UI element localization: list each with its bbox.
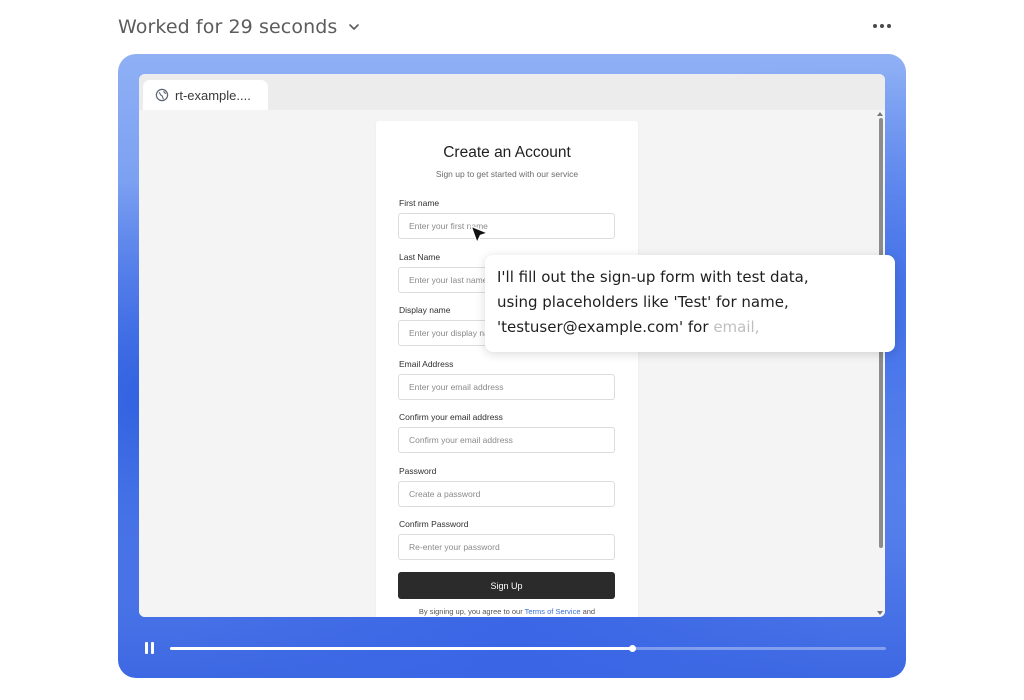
- playback-controls: [118, 636, 906, 662]
- terms-suffix: and: [580, 607, 596, 616]
- confirm-email-label: Confirm your email address: [399, 412, 503, 422]
- chevron-down-icon[interactable]: [347, 20, 361, 34]
- password-input[interactable]: [398, 481, 615, 507]
- activity-header[interactable]: Worked for 29 seconds: [118, 14, 361, 40]
- terms-of-service-link[interactable]: Terms of Service: [525, 607, 581, 616]
- confirm-password-input[interactable]: [398, 534, 615, 560]
- last-name-label: Last Name: [399, 252, 441, 262]
- playback-progress-fill: [170, 647, 632, 650]
- playback-progress-track[interactable]: [170, 645, 886, 652]
- globe-icon: [155, 88, 169, 102]
- confirm-password-label: Confirm Password: [399, 519, 469, 529]
- bubble-line-3: 'testuser@example.com' for email,: [497, 315, 883, 340]
- bubble-line-2: using placeholders like 'Test' for name,: [497, 293, 789, 311]
- bubble-line-3-fading-text: email,: [713, 318, 760, 336]
- email-label: Email Address: [399, 359, 454, 369]
- page-scrollbar[interactable]: [875, 110, 885, 617]
- more-options-icon[interactable]: [868, 18, 896, 34]
- terms-prefix: By signing up, you agree to our: [418, 607, 525, 616]
- terms-notice: By signing up, you agree to our Terms of…: [376, 607, 638, 616]
- form-title: Create an Account: [443, 144, 571, 161]
- worked-duration-label: Worked for 29 seconds: [118, 16, 338, 38]
- sign-up-button[interactable]: Sign Up: [398, 572, 615, 599]
- display-name-label: Display name: [399, 305, 451, 315]
- replay-frame: rt-example.... Create an Account Sign up…: [118, 54, 906, 678]
- signup-card: Create an Account Sign up to get started…: [376, 121, 638, 617]
- pause-icon[interactable]: [145, 642, 155, 654]
- page-viewport: Create an Account Sign up to get started…: [139, 110, 885, 617]
- tab-label: rt-example....: [175, 87, 251, 103]
- form-subtitle: Sign up to get started with our service: [435, 169, 579, 179]
- browser-tab-bar: rt-example....: [139, 74, 885, 110]
- bubble-line-3-text: 'testuser@example.com' for: [497, 318, 714, 336]
- email-input[interactable]: [398, 374, 615, 400]
- confirm-email-input[interactable]: [398, 427, 615, 453]
- scroll-down-arrow-icon[interactable]: [877, 611, 883, 615]
- scroll-up-arrow-icon[interactable]: [877, 112, 883, 116]
- password-label: Password: [399, 466, 437, 476]
- browser-tab[interactable]: rt-example....: [143, 80, 268, 110]
- mouse-cursor-icon: [470, 225, 489, 244]
- agent-thought-bubble: I'll fill out the sign-up form with test…: [485, 255, 895, 352]
- bubble-line-1: I'll fill out the sign-up form with test…: [497, 268, 809, 286]
- first-name-input[interactable]: [398, 213, 615, 239]
- playback-scrubber-handle[interactable]: [628, 645, 636, 652]
- first-name-label: First name: [399, 198, 440, 208]
